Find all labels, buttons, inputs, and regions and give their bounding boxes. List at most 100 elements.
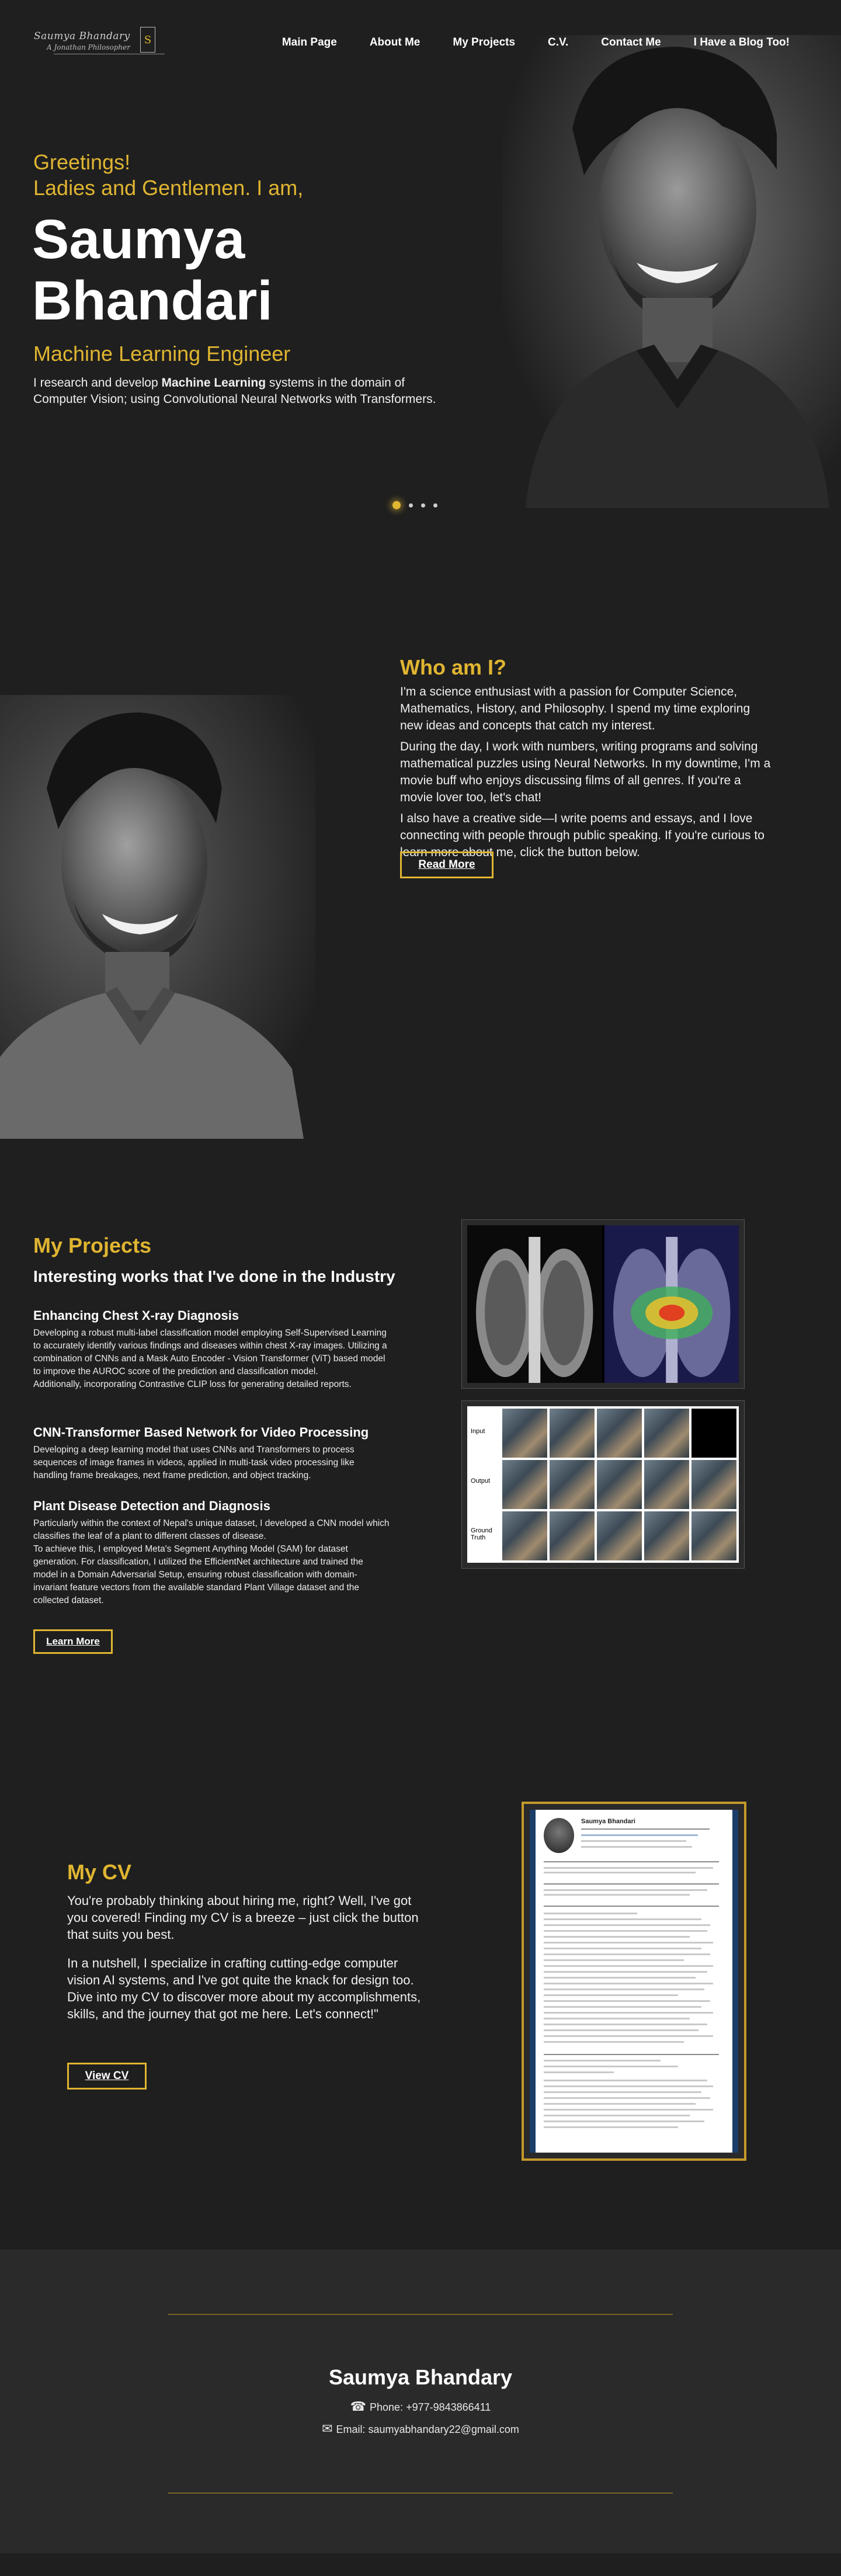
cv-doc-line [544,1936,690,1938]
cv-doc-line [544,2000,710,2002]
cv-paragraph-1: You're probably thinking about hiring me… [67,1893,419,1942]
cv-doc-line [581,1828,710,1830]
carousel-dot-1[interactable] [392,501,401,509]
nav-item-cv[interactable]: C.V. [548,36,568,49]
carousel-dot-2[interactable] [409,503,413,507]
carousel-dot-3[interactable] [421,503,425,507]
cv-doc-line [544,1924,710,1926]
video-frame [597,1460,642,1509]
read-more-button[interactable]: Read More [400,851,494,878]
footer-phone-text: Phone: +977-9843866411 [370,2401,491,2413]
site-logo[interactable]: Saumya Bhandary A Jonathan Philosopher S [30,26,165,61]
top-navigation: Saumya Bhandary A Jonathan Philosopher S… [0,0,841,88]
xray-project-image [461,1219,745,1389]
project-title: Enhancing Chest X-ray Diagnosis [33,1308,239,1323]
footer-name: Saumya Bhandary [328,2365,513,2389]
nav-item-main-page[interactable]: Main Page [282,36,337,49]
footer-phone[interactable]: ☎ Phone: +977-9843866411 [0,2399,841,2414]
cv-doc-line [544,2126,678,2128]
cv-doc-line [544,2054,719,2055]
hero-desc-bold: Machine Learning [161,376,266,390]
cv-doc-line [544,1942,713,1944]
carousel-dot-4[interactable] [433,503,437,507]
email-icon: ✉ [322,2421,333,2436]
cv-doc-line [544,1894,690,1896]
carousel-dots [392,501,437,509]
cv-doc-line [544,1977,696,1979]
cv-doc-line [581,1846,692,1848]
video-frame [502,1511,547,1560]
cv-doc-line [544,1971,707,1973]
video-frame [644,1409,689,1458]
cv-doc-line [544,1994,678,1996]
cv-doc-line [544,2029,698,2031]
cv-doc-line [544,2085,713,2087]
about-title: Who am I? [400,655,506,679]
footer-email-text: Email: saumyabhandary22@gmail.com [336,2424,519,2435]
video-frame-grid: Input Output Ground Truth [467,1406,739,1563]
cv-doc-line [544,1861,719,1862]
about-text: I'm a science enthusiast with a passion … [400,683,774,865]
grid-label-output: Output [471,1477,491,1485]
phone-icon: ☎ [350,2399,367,2414]
view-cv-button[interactable]: View CV [67,2063,147,2090]
video-frame [691,1511,736,1560]
cv-doc-line [544,2041,684,2043]
cv-doc-line [544,1948,701,1949]
greeting-line-1: Greetings! [33,150,131,174]
nav-item-contact-me[interactable]: Contact Me [601,36,661,49]
greeting-line-2: Ladies and Gentlemen. I am, [33,176,304,200]
cv-doc-line [544,1983,713,1984]
cv-doc-line [544,1959,684,1961]
page-bottom-strip [0,2553,841,2576]
cv-doc-line [544,2066,678,2067]
cv-doc-line [544,2012,713,2014]
hero-name: Saumya Bhandari [32,209,383,332]
project-item: Plant Disease Detection and Diagnosis Pa… [33,1499,390,1607]
cv-paragraph-2: In a nutshell, I specialize in crafting … [67,1956,421,2021]
cv-doc-line [544,2120,704,2122]
learn-more-button[interactable]: Learn More [33,1629,113,1654]
hero-description: I research and develop Machine Learning … [33,375,442,408]
project-description-extra: To achieve this, I employed Meta's Segme… [33,1544,363,1605]
hero-greeting: Greetings! Ladies and Gentlemen. I am, [33,150,303,201]
video-project-image: Input Output Ground Truth [461,1400,745,1569]
nav-item-blog[interactable]: I Have a Blog Too! [694,36,790,49]
cv-avatar [544,1818,574,1853]
hero-name-line-2: Bhandari [32,270,273,332]
frame-grid-labels: Input Output Ground Truth [467,1406,500,1563]
footer-email[interactable]: ✉ Email: saumyabhandary22@gmail.com [0,2421,841,2436]
cv-doc-line [544,2024,707,2025]
cv-doc-line [544,1930,707,1932]
cv-preview-frame[interactable]: Saumya Bhandari [522,1802,746,2161]
footer-divider-top [168,2314,673,2315]
cv-doc-line [544,1883,719,1885]
projects-subtitle: Interesting works that I've done in the … [33,1267,395,1285]
video-frame [597,1511,642,1560]
cv-doc-line [544,2097,710,2099]
about-portrait-photo [0,695,315,1139]
video-frame [550,1460,595,1509]
cv-doc-line [544,2103,696,2105]
project-title: CNN-Transformer Based Network for Video … [33,1425,369,1440]
project-item: Enhancing Chest X-ray Diagnosis Developi… [33,1308,390,1391]
video-frame [644,1460,689,1509]
project-description: Developing a deep learning model that us… [33,1445,355,1480]
cv-doc-line [544,1913,637,1914]
frame-cells [500,1406,739,1563]
nav-item-my-projects[interactable]: My Projects [453,36,515,49]
video-frame [502,1409,547,1458]
nav-item-about-me[interactable]: About Me [370,36,420,49]
hero-name-line-1: Saumya [32,208,245,270]
grid-label-input: Input [471,1427,485,1435]
cv-doc-line [544,1918,701,1920]
project-description-extra: Additionally, incorporating Contrastive … [33,1379,352,1389]
logo-name: Saumya Bhandary [34,30,130,42]
grid-label-ground-truth: Ground Truth [471,1527,492,1542]
cv-doc-line [581,1834,698,1836]
cv-text: You're probably thinking about hiring me… [67,1892,429,2034]
about-paragraph-2: During the day, I work with numbers, wri… [400,740,771,804]
video-frame [597,1409,642,1458]
project-title: Plant Disease Detection and Diagnosis [33,1499,270,1513]
xray-comparison [467,1225,739,1383]
